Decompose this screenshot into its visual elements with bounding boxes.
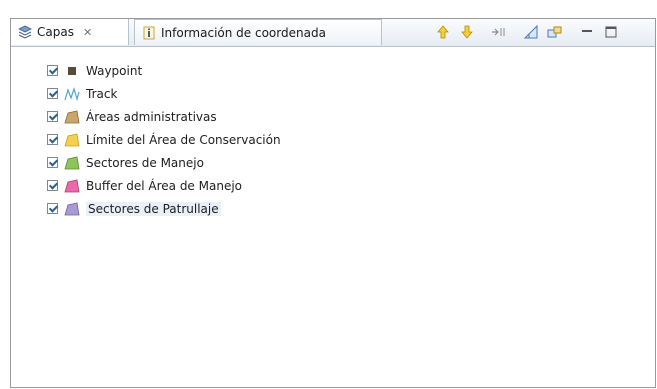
tab-informacion-label: Información de coordenada bbox=[161, 25, 326, 40]
layer-row-areas-administrativas[interactable]: Áreas administrativas bbox=[47, 105, 281, 128]
minimize-icon[interactable] bbox=[578, 23, 596, 41]
layer-label: Áreas administrativas bbox=[86, 109, 217, 124]
layer-label: Waypoint bbox=[86, 63, 143, 78]
track-icon bbox=[64, 86, 80, 101]
layer-label: Buffer del Área de Manejo bbox=[86, 178, 242, 193]
tab-capas-label: Capas bbox=[37, 25, 74, 39]
layer-row-limite-area-conservacion[interactable]: Límite del Área de Conservación bbox=[47, 128, 281, 151]
polygon-icon bbox=[64, 179, 80, 193]
polygon-icon bbox=[64, 202, 80, 216]
layer-label: Sectores de Manejo bbox=[86, 155, 204, 170]
tab-informacion-coordenada[interactable]: Información de coordenada bbox=[134, 19, 382, 45]
move-down-icon[interactable] bbox=[458, 23, 476, 41]
layer-row-waypoint[interactable]: Waypoint bbox=[47, 59, 281, 82]
layer-row-sectores-manejo[interactable]: Sectores de Manejo bbox=[47, 151, 281, 174]
layer-checkbox[interactable] bbox=[47, 134, 58, 145]
layers-icon bbox=[17, 24, 33, 40]
layer-list: Waypoint Track Áreas administrativas Lím… bbox=[47, 59, 281, 220]
info-icon bbox=[141, 25, 157, 41]
tab-bar: Capas ✕ Información de coordenada bbox=[11, 19, 655, 47]
link-icon[interactable] bbox=[546, 23, 564, 41]
layer-checkbox[interactable] bbox=[47, 203, 58, 214]
layer-row-buffer-area-manejo[interactable]: Buffer del Área de Manejo bbox=[47, 174, 281, 197]
layer-checkbox[interactable] bbox=[47, 157, 58, 168]
collapse-icon[interactable] bbox=[490, 23, 508, 41]
layers-panel: Capas ✕ Información de coordenada Waypoi… bbox=[10, 18, 656, 388]
layer-row-track[interactable]: Track bbox=[47, 82, 281, 105]
polygon-icon bbox=[64, 110, 80, 124]
add-layer-icon[interactable] bbox=[522, 23, 540, 41]
move-up-icon[interactable] bbox=[434, 23, 452, 41]
polygon-icon bbox=[64, 133, 80, 147]
layer-label: Sectores de Patrullaje bbox=[86, 201, 221, 216]
layer-label: Track bbox=[86, 86, 118, 101]
layer-checkbox[interactable] bbox=[47, 88, 58, 99]
maximize-icon[interactable] bbox=[602, 23, 620, 41]
waypoint-icon bbox=[64, 64, 80, 78]
tab-capas[interactable]: Capas ✕ bbox=[11, 19, 129, 45]
layer-checkbox[interactable] bbox=[47, 111, 58, 122]
layer-row-sectores-patrullaje[interactable]: Sectores de Patrullaje bbox=[47, 197, 281, 220]
close-icon[interactable]: ✕ bbox=[83, 26, 92, 39]
layer-label: Límite del Área de Conservación bbox=[86, 132, 281, 147]
polygon-icon bbox=[64, 156, 80, 170]
panel-toolbar bbox=[434, 22, 626, 42]
layer-checkbox[interactable] bbox=[47, 180, 58, 191]
layer-checkbox[interactable] bbox=[47, 65, 58, 76]
